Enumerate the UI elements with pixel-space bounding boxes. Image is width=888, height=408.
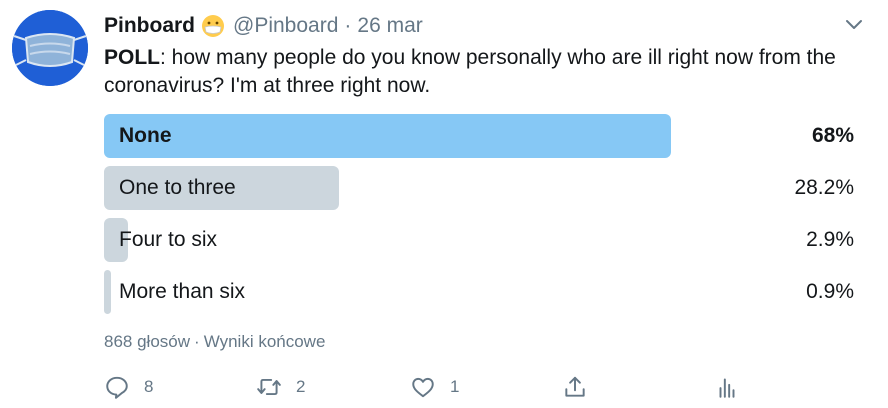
like-count: 1 <box>450 377 460 396</box>
poll-option-percent: 28.2% <box>794 176 854 199</box>
reply-icon <box>106 376 128 399</box>
mask-face-emoji-icon <box>201 14 225 38</box>
reply-button[interactable]: 8 <box>104 370 153 404</box>
poll-option: More than six 0.9% <box>104 270 854 314</box>
poll: None 68% One to three 28.2% Four to six … <box>104 114 854 322</box>
poll-option: Four to six 2.9% <box>104 218 854 262</box>
header-separator: · <box>344 14 352 37</box>
poll-vote-count: 868 głosów <box>104 332 191 351</box>
poll-option-percent: 2.9% <box>806 228 854 251</box>
tweet-date[interactable]: 26 mar <box>357 14 422 38</box>
poll-option-bar <box>104 270 111 314</box>
like-icon <box>412 377 434 398</box>
retweet-icon <box>257 378 281 396</box>
face-mask-icon <box>12 10 88 86</box>
poll-option: None 68% <box>104 114 854 158</box>
poll-meta: 868 głosów · Wyniki końcowe <box>104 332 325 352</box>
poll-option-label: More than six <box>119 280 246 303</box>
poll-option-bar <box>104 114 671 158</box>
poll-option-percent: 0.9% <box>806 280 854 303</box>
tweet-text-bold: POLL <box>104 46 160 69</box>
poll-option-label: Four to six <box>119 228 218 251</box>
share-button[interactable] <box>562 370 588 404</box>
share-icon <box>565 376 585 397</box>
reply-count: 8 <box>144 377 154 396</box>
like-button[interactable]: 1 <box>410 370 459 404</box>
poll-option-label: One to three <box>119 176 236 199</box>
retweet-count: 2 <box>296 377 306 396</box>
poll-meta-separator: · <box>194 332 200 351</box>
tweet-header: Pinboard @Pinboard · 26 mar <box>104 11 423 41</box>
author-handle[interactable]: @Pinboard <box>233 14 338 38</box>
analytics-button[interactable] <box>714 370 740 404</box>
poll-option-label: None <box>119 124 172 147</box>
retweet-button[interactable]: 2 <box>256 370 305 404</box>
chevron-down-icon <box>846 20 862 29</box>
poll-option-percent: 68% <box>811 124 854 147</box>
tweet-menu-button[interactable] <box>842 14 866 34</box>
poll-status: Wyniki końcowe <box>203 332 326 351</box>
analytics-icon <box>719 378 735 398</box>
tweet-text-body: : how many people do you know personally… <box>104 46 836 97</box>
poll-option: One to three 28.2% <box>104 166 854 210</box>
author-name[interactable]: Pinboard <box>104 14 195 38</box>
tweet-actions: 8 2 1 <box>104 370 844 404</box>
tweet-text: POLL: how many people do you know person… <box>104 44 864 100</box>
avatar[interactable] <box>12 10 88 86</box>
